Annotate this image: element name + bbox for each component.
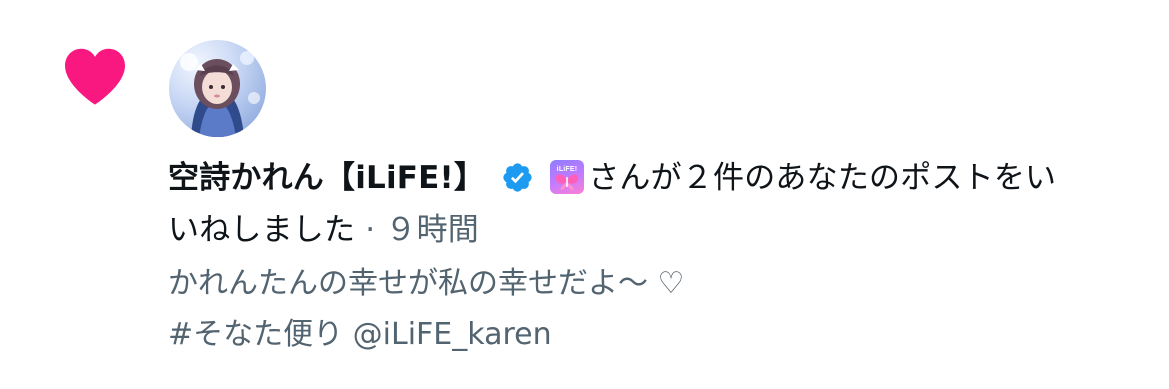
timestamp[interactable]: ９時間 bbox=[385, 212, 479, 248]
ilife-affiliate-badge-icon[interactable]: iLiFE! bbox=[550, 160, 585, 194]
post-text-line: かれんたんの幸せが私の幸せだよ～ ♡ bbox=[168, 266, 685, 301]
post-text-line: #そなた便り @iLiFE_karen bbox=[168, 317, 552, 352]
notification-headline: 空詩かれん【iLiFE!】 iLiFE! さんが２件のあなたのポストをい いねし… bbox=[168, 152, 1143, 256]
verified-badge-icon[interactable] bbox=[501, 161, 534, 194]
svg-text:iLiFE!: iLiFE! bbox=[557, 166, 578, 173]
liked-post-preview[interactable]: かれんたんの幸せが私の幸せだよ～ ♡ #そなた便り @iLiFE_karen bbox=[168, 258, 1128, 360]
like-notification[interactable]: 空詩かれん【iLiFE!】 iLiFE! さんが２件のあなたのポストをい いねし… bbox=[0, 0, 1169, 389]
action-text: さんが２件のあなたのポストをい bbox=[588, 160, 1057, 196]
separator-dot: · bbox=[355, 212, 386, 248]
heart-icon bbox=[65, 48, 125, 105]
avatar[interactable] bbox=[169, 40, 266, 137]
action-text-continued: いねしました bbox=[168, 212, 356, 248]
user-name-link[interactable]: 空詩かれん【iLiFE!】 bbox=[168, 160, 485, 196]
